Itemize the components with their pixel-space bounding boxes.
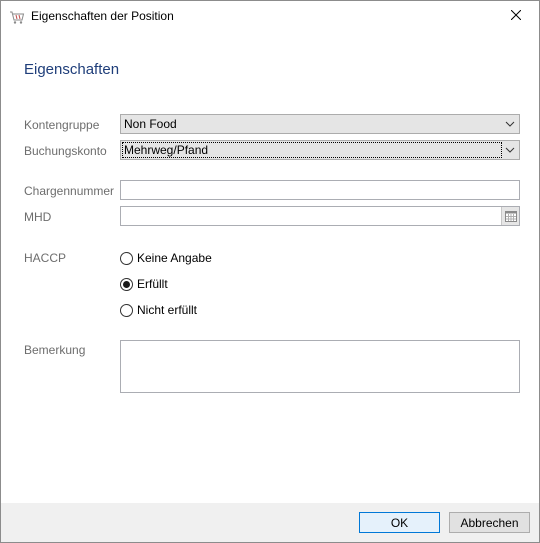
- bemerkung-label: Bemerkung: [24, 343, 86, 357]
- haccp-radio-nicht-erfuellt[interactable]: Nicht erfüllt: [120, 302, 197, 318]
- radio-label: Erfüllt: [137, 277, 168, 291]
- close-icon: [510, 9, 522, 23]
- section-heading: Eigenschaften: [24, 61, 120, 78]
- cancel-button[interactable]: Abbrechen: [449, 512, 530, 533]
- bemerkung-textarea[interactable]: [120, 340, 520, 393]
- radio-button-checked[interactable]: [120, 277, 133, 291]
- mhd-date-input[interactable]: [120, 206, 520, 226]
- dialog-window: Eigenschaften der Position Eigenschaften…: [0, 0, 540, 543]
- calendar-icon[interactable]: [501, 207, 519, 225]
- buchungskonto-select[interactable]: Mehrweg/Pfand: [120, 140, 520, 160]
- shopping-cart-icon: [9, 9, 25, 25]
- radio-button[interactable]: [120, 251, 133, 265]
- chevron-down-icon[interactable]: [501, 141, 519, 159]
- chargennummer-input[interactable]: [120, 180, 520, 200]
- kontengruppe-value: Non Food: [124, 117, 177, 131]
- kontengruppe-select[interactable]: Non Food: [120, 114, 520, 134]
- kontengruppe-label: Kontengruppe: [24, 118, 100, 132]
- radio-label: Keine Angabe: [137, 251, 212, 265]
- haccp-radio-erfuellt[interactable]: Erfüllt: [120, 276, 168, 292]
- mhd-label: MHD: [24, 210, 52, 224]
- radio-label: Nicht erfüllt: [137, 303, 198, 317]
- chargennummer-label: Chargennummer: [24, 184, 115, 198]
- buchungskonto-value: Mehrweg/Pfand: [122, 142, 502, 158]
- chevron-down-icon[interactable]: [501, 115, 519, 133]
- ok-button[interactable]: OK: [359, 512, 440, 533]
- window-title: Eigenschaften der Position: [31, 9, 174, 23]
- close-button[interactable]: [493, 1, 539, 31]
- buchungskonto-label: Buchungskonto: [24, 144, 107, 158]
- haccp-radio-keine-angabe[interactable]: Keine Angabe: [120, 250, 212, 266]
- haccp-label: HACCP: [24, 251, 67, 265]
- radio-button[interactable]: [120, 303, 133, 317]
- button-bar: OK Abbrechen: [1, 503, 539, 542]
- title-bar: Eigenschaften der Position: [1, 1, 539, 32]
